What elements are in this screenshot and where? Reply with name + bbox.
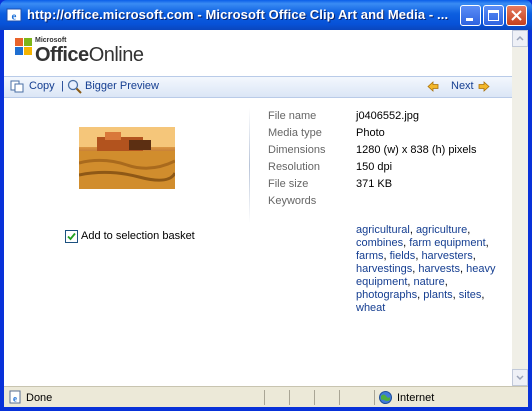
prop-value-dimensions: 1280 (w) x 838 (h) pixels bbox=[356, 144, 477, 156]
keyword-link[interactable]: wheat bbox=[356, 302, 385, 314]
scroll-down-icon bbox=[516, 375, 524, 381]
prop-value-file-size: 371 KB bbox=[356, 178, 393, 190]
checkmark-icon bbox=[67, 232, 76, 241]
keyword-link[interactable]: harvests bbox=[418, 263, 460, 275]
selection-basket-checkbox[interactable] bbox=[65, 230, 78, 243]
office-online-header: Microsoft OfficeOnline bbox=[4, 30, 512, 74]
keyword-link[interactable]: fields bbox=[390, 250, 416, 262]
page-done-icon: e bbox=[9, 390, 21, 404]
status-divider bbox=[374, 390, 375, 405]
keyword-link[interactable]: photographs bbox=[356, 289, 417, 301]
previous-arrow-icon[interactable] bbox=[427, 81, 439, 92]
keyword-link[interactable]: farms bbox=[356, 250, 384, 262]
wheat-harvest-photo bbox=[79, 127, 175, 189]
vertical-divider bbox=[249, 108, 250, 223]
window-title: http://office.microsoft.com - Microsoft … bbox=[27, 7, 449, 22]
magnifier-icon bbox=[67, 79, 82, 94]
clip-thumbnail-image[interactable] bbox=[79, 127, 175, 189]
keyword-link[interactable]: harvestings bbox=[356, 263, 412, 275]
prop-label-media-type: Media type bbox=[268, 127, 322, 139]
status-bar: e Done Internet bbox=[4, 386, 528, 407]
keyword-link[interactable]: combines bbox=[356, 237, 403, 249]
keyword-link[interactable]: agriculture bbox=[416, 224, 467, 236]
close-icon bbox=[511, 10, 522, 21]
selection-basket-label: Add to selection basket bbox=[81, 230, 195, 242]
svg-text:e: e bbox=[13, 394, 17, 404]
title-bar[interactable]: e http://office.microsoft.com - Microsof… bbox=[0, 0, 532, 30]
svg-text:e: e bbox=[12, 11, 17, 23]
prop-label-file-size: File size bbox=[268, 178, 309, 190]
keyword-link[interactable]: plants bbox=[423, 289, 452, 301]
prop-value-resolution: 150 dpi bbox=[356, 161, 393, 173]
browser-window: e http://office.microsoft.com - Microsof… bbox=[0, 0, 532, 411]
maximize-icon bbox=[488, 10, 499, 21]
copy-button[interactable]: Copy bbox=[29, 80, 55, 92]
prop-label-keywords: Keywords bbox=[268, 195, 317, 207]
status-divider bbox=[264, 390, 265, 405]
next-button[interactable]: Next bbox=[451, 80, 474, 92]
prop-label-file-name: File name bbox=[268, 110, 317, 122]
copy-icon bbox=[10, 80, 24, 93]
scroll-up-button[interactable] bbox=[512, 30, 528, 47]
internet-globe-icon bbox=[379, 391, 392, 404]
next-arrow-icon[interactable] bbox=[478, 81, 490, 92]
maximize-button[interactable] bbox=[483, 5, 504, 26]
logo-office: Office bbox=[35, 44, 89, 66]
clip-details: Add to selection basket File name j04065… bbox=[4, 98, 512, 386]
prop-label-resolution: Resolution bbox=[268, 161, 320, 173]
internet-explorer-icon: e bbox=[6, 8, 22, 23]
bigger-preview-button[interactable]: Bigger Preview bbox=[85, 80, 159, 92]
keywords-list: agricultural, agriculture, combines, far… bbox=[356, 224, 496, 314]
office-logo-icon bbox=[15, 38, 32, 55]
keyword-link[interactable]: harvesters bbox=[421, 250, 472, 262]
office-online-logo: OfficeOnline bbox=[35, 44, 144, 67]
minimize-button[interactable] bbox=[460, 5, 481, 26]
status-divider bbox=[339, 390, 340, 405]
scroll-down-button[interactable] bbox=[512, 369, 528, 386]
prop-label-dimensions: Dimensions bbox=[268, 144, 326, 156]
keyword-link[interactable]: nature bbox=[414, 276, 445, 288]
keyword-link[interactable]: agricultural bbox=[356, 224, 410, 236]
page-content: Microsoft OfficeOnline Copy | Bigger Pre… bbox=[4, 30, 528, 407]
vertical-scrollbar[interactable] bbox=[512, 30, 528, 386]
microsoft-wordmark: Microsoft bbox=[35, 37, 67, 44]
security-zone-text: Internet bbox=[397, 392, 435, 404]
scroll-up-icon bbox=[516, 35, 524, 41]
prop-value-file-name: j0406552.jpg bbox=[356, 110, 420, 122]
status-divider bbox=[289, 390, 290, 405]
status-text: Done bbox=[26, 392, 53, 404]
preview-toolbar: Copy | Bigger Preview Next bbox=[4, 76, 512, 98]
keyword-link[interactable]: farm equipment bbox=[409, 237, 485, 249]
close-button[interactable] bbox=[506, 5, 527, 26]
toolbar-separator: | bbox=[61, 80, 64, 92]
prop-value-media-type: Photo bbox=[356, 127, 385, 139]
logo-online: Online bbox=[88, 44, 144, 66]
minimize-icon bbox=[466, 18, 473, 21]
keyword-link[interactable]: sites bbox=[459, 289, 482, 301]
status-divider bbox=[314, 390, 315, 405]
